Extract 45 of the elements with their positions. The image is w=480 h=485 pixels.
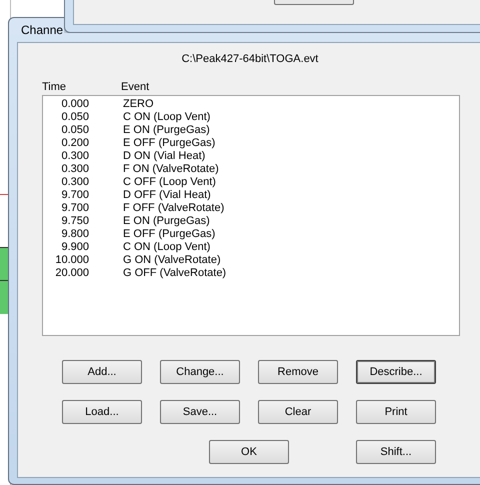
time-cell: 10.000 (55, 254, 89, 266)
event-cell: F ON (ValveRotate) (123, 163, 219, 176)
plot-bar (0, 247, 8, 314)
event-cell: G ON (ValveRotate) (123, 254, 221, 267)
time-cell: 0.200 (61, 137, 89, 149)
time-cell: 9.750 (61, 215, 89, 227)
time-cell: 0.300 (61, 150, 89, 162)
event-cell: ZERO (123, 98, 154, 111)
time-cell: 9.900 (61, 241, 89, 253)
file-path: C:\Peak427-64bit\TOGA.evt (182, 53, 318, 65)
dialog-button[interactable]: Print (356, 400, 436, 424)
event-list[interactable] (42, 95, 460, 336)
dialog-button[interactable]: Change... (160, 360, 240, 384)
time-cell: 0.000 (61, 98, 89, 110)
event-cell: E ON (PurgeGas) (123, 124, 210, 137)
event-cell: C OFF (Loop Vent) (123, 176, 216, 189)
time-cell: 0.050 (61, 111, 89, 123)
dialog-button[interactable]: Add... (62, 360, 142, 384)
event-cell: F OFF (ValveRotate) (123, 202, 224, 215)
time-cell: 9.700 (61, 202, 89, 214)
dialog-button[interactable]: Describe... (356, 360, 436, 384)
plot-line (0, 194, 8, 195)
dialog-button[interactable]: Save... (160, 400, 240, 424)
dialog-button[interactable]: Clear (258, 400, 338, 424)
time-cell: 0.300 (61, 176, 89, 188)
time-cell: 9.800 (61, 228, 89, 240)
event-cell: D ON (Vial Heat) (123, 150, 206, 163)
dialog-button[interactable]: OK (209, 440, 289, 464)
dialog-button[interactable]: Load... (62, 400, 142, 424)
event-cell: C ON (Loop Vent) (123, 111, 210, 124)
event-cell: D OFF (Vial Heat) (123, 189, 211, 202)
time-cell: 9.700 (61, 189, 89, 201)
column-header: Time (42, 81, 66, 93)
column-header: Event (121, 81, 150, 93)
time-cell: 20.000 (55, 267, 89, 279)
dialog-button[interactable]: Shift... (356, 440, 436, 464)
window-title: Channe (21, 23, 64, 37)
time-cell: 0.300 (61, 163, 89, 175)
event-cell: G OFF (ValveRotate) (123, 267, 226, 280)
event-cell: E ON (PurgeGas) (123, 215, 210, 228)
time-cell: 0.050 (61, 124, 89, 136)
event-cell: E OFF (PurgeGas) (123, 228, 216, 241)
event-cell: C ON (Loop Vent) (123, 241, 210, 254)
dialog-button[interactable]: Remove (258, 360, 338, 384)
event-cell: E OFF (PurgeGas) (123, 137, 216, 150)
